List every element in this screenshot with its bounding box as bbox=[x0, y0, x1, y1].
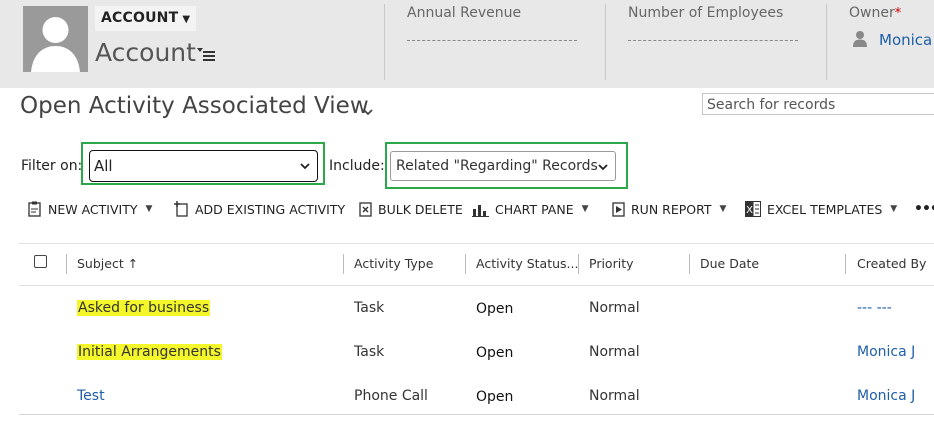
subject-link[interactable]: Initial Arrangements bbox=[77, 344, 222, 360]
column-header-activity-type[interactable]: Activity Type bbox=[354, 256, 433, 271]
bulk-delete-icon bbox=[359, 201, 372, 217]
required-marker: * bbox=[894, 6, 902, 21]
add-existing-activity-button[interactable]: ADD EXISTING ACTIVITY bbox=[174, 199, 345, 219]
include-select[interactable]: Related "Regarding" Records bbox=[390, 151, 616, 181]
column-separator bbox=[465, 254, 466, 274]
owner-link[interactable]: Monica bbox=[879, 31, 932, 49]
caret-down-icon: ▼ bbox=[719, 204, 727, 214]
select-all-checkbox[interactable] bbox=[34, 255, 47, 268]
filter-select[interactable]: All bbox=[89, 150, 318, 182]
entity-type-selector[interactable]: ACCOUNT ▼ bbox=[95, 6, 197, 31]
column-header-priority[interactable]: Priority bbox=[589, 256, 634, 271]
column-header-due-date[interactable]: Due Date bbox=[700, 256, 759, 271]
header-divider bbox=[605, 4, 606, 80]
column-separator bbox=[343, 254, 344, 274]
caret-down-icon: ▼ bbox=[182, 14, 191, 25]
annual-revenue-field[interactable] bbox=[407, 40, 577, 41]
svg-text:X: X bbox=[746, 205, 753, 216]
chart-pane-button[interactable]: CHART PANE ▼ bbox=[472, 199, 589, 219]
table-cell-created-by[interactable]: --- --- bbox=[857, 300, 892, 316]
table-cell-activity-type: Phone Call bbox=[354, 388, 428, 404]
search-input[interactable]: Search for records bbox=[702, 93, 934, 115]
caret-down-icon: ▼ bbox=[581, 204, 589, 214]
table-cell-priority: Normal bbox=[589, 300, 640, 316]
table-cell-status: Open bbox=[476, 345, 514, 361]
table-cell-status: Open bbox=[476, 301, 514, 317]
excel-templates-button[interactable]: X EXCEL TEMPLATES ▼ bbox=[745, 199, 897, 219]
employees-label: Number of Employees bbox=[628, 5, 784, 21]
filter-label: Filter on: bbox=[21, 158, 83, 174]
table-cell-created-by[interactable]: Monica J bbox=[857, 388, 915, 404]
view-title[interactable]: Open Activity Associated View bbox=[20, 93, 369, 119]
bulk-delete-label: BULK DELETE bbox=[378, 201, 463, 217]
filter-value: All bbox=[94, 157, 113, 175]
header-divider bbox=[826, 4, 827, 80]
new-activity-label: NEW ACTIVITY bbox=[48, 201, 138, 217]
annual-revenue-label: Annual Revenue bbox=[407, 5, 522, 21]
column-header-subject[interactable]: Subject ↑ bbox=[77, 256, 138, 271]
owner-label: Owner* bbox=[849, 5, 902, 21]
column-separator bbox=[845, 254, 846, 274]
include-value: Related "Regarding" Records bbox=[396, 158, 598, 174]
table-cell-priority: Normal bbox=[589, 388, 640, 404]
table-cell-activity-type: Task bbox=[354, 344, 385, 360]
chart-pane-icon bbox=[472, 204, 489, 217]
table-cell-status: Open bbox=[476, 389, 514, 405]
divider bbox=[19, 285, 934, 286]
excel-icon: X bbox=[745, 201, 761, 217]
column-separator bbox=[578, 254, 579, 274]
chevron-down-icon[interactable] bbox=[362, 103, 374, 116]
run-report-label: RUN REPORT bbox=[631, 201, 712, 217]
table-cell-created-by[interactable]: Monica J bbox=[857, 344, 915, 360]
table-cell-activity-type: Task bbox=[354, 300, 385, 316]
chevron-down-icon bbox=[300, 163, 310, 170]
new-activity-icon bbox=[28, 201, 41, 217]
entity-type-label: ACCOUNT bbox=[101, 10, 179, 26]
divider bbox=[19, 414, 934, 415]
record-name: Account bbox=[95, 38, 196, 67]
table-cell-subject[interactable]: Asked for business bbox=[77, 300, 211, 316]
header-divider bbox=[384, 4, 385, 80]
add-existing-icon bbox=[174, 201, 188, 217]
add-existing-label: ADD EXISTING ACTIVITY bbox=[195, 201, 346, 217]
user-icon bbox=[853, 30, 867, 48]
avatar-icon[interactable] bbox=[23, 6, 88, 72]
more-commands-button[interactable]: ••• bbox=[914, 199, 934, 219]
bulk-delete-button[interactable]: BULK DELETE bbox=[359, 199, 463, 219]
chevron-down-icon bbox=[598, 164, 608, 171]
column-header-activity-status[interactable]: Activity Status... bbox=[476, 256, 578, 271]
new-activity-button[interactable]: NEW ACTIVITY ▼ bbox=[28, 199, 152, 219]
chart-pane-label: CHART PANE bbox=[495, 201, 574, 217]
table-cell-priority: Normal bbox=[589, 344, 640, 360]
record-menu-icon[interactable] bbox=[197, 46, 217, 62]
subject-link[interactable]: Asked for business bbox=[77, 300, 211, 316]
table-cell-subject[interactable]: Initial Arrangements bbox=[77, 344, 222, 360]
column-header-created-by[interactable]: Created By bbox=[857, 256, 926, 271]
employees-field[interactable] bbox=[628, 40, 798, 41]
caret-down-icon: ▼ bbox=[145, 204, 153, 214]
subject-link[interactable]: Test bbox=[77, 388, 105, 404]
caret-down-icon: ▼ bbox=[890, 204, 898, 214]
divider bbox=[19, 243, 934, 244]
sort-ascending-icon: ↑ bbox=[127, 256, 139, 271]
column-separator bbox=[66, 254, 67, 274]
run-report-button[interactable]: RUN REPORT ▼ bbox=[612, 199, 726, 219]
more-icon: ••• bbox=[914, 201, 934, 217]
include-label: Include: bbox=[329, 158, 385, 174]
run-report-icon bbox=[612, 201, 625, 217]
column-separator bbox=[689, 254, 690, 274]
excel-templates-label: EXCEL TEMPLATES bbox=[767, 201, 883, 217]
